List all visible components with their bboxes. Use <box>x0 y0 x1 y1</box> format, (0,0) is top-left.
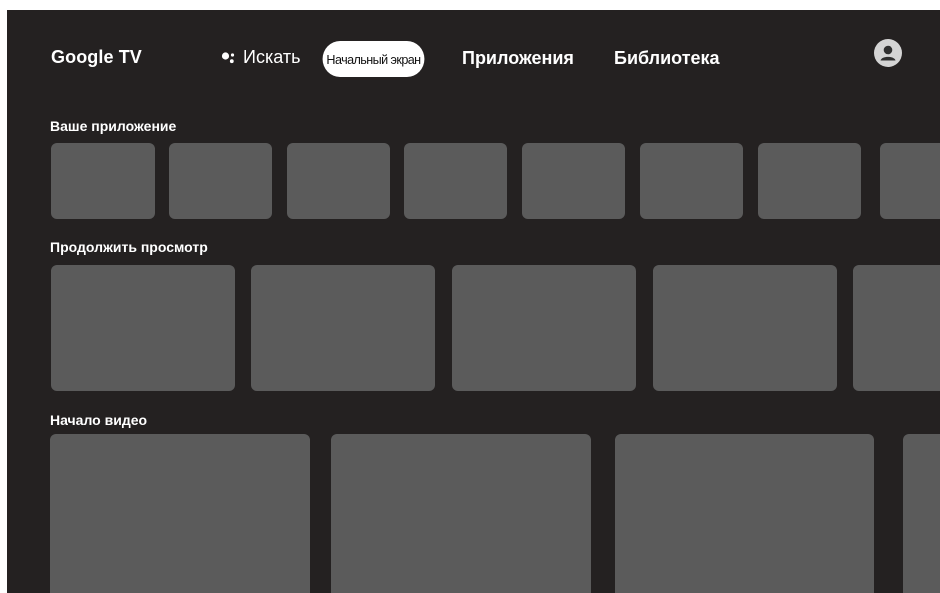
app-tile[interactable] <box>640 143 743 219</box>
continue-watching-card[interactable] <box>452 265 636 391</box>
video-card[interactable] <box>903 434 940 593</box>
library-tab[interactable]: Библиотека <box>614 48 720 69</box>
app-tile[interactable] <box>51 143 155 219</box>
section-title-start-video: Начало видео <box>50 412 148 428</box>
app-tile[interactable] <box>404 143 507 219</box>
section-title-your-apps: Ваше приложение <box>50 118 177 134</box>
search-tab[interactable]: Искать <box>221 47 300 68</box>
app-tile[interactable] <box>169 143 272 219</box>
section-title-continue-watching: Продолжить просмотр <box>50 239 208 255</box>
app-tile[interactable] <box>758 143 861 219</box>
continue-watching-card[interactable] <box>251 265 435 391</box>
continue-watching-card[interactable] <box>853 265 940 391</box>
google-tv-logo: Google TV <box>51 47 142 67</box>
search-tab-label: Искать <box>243 47 301 67</box>
continue-watching-card[interactable] <box>51 265 235 391</box>
apps-tab[interactable]: Приложения <box>462 48 574 69</box>
tv-home-screen: Google TV Искать Начальный экран Приложе… <box>7 10 940 593</box>
video-card[interactable] <box>50 434 310 593</box>
app-tile[interactable] <box>287 143 390 219</box>
app-tile[interactable] <box>880 143 940 219</box>
account-avatar-icon[interactable] <box>874 39 902 67</box>
app-tile[interactable] <box>522 143 625 219</box>
video-card[interactable] <box>615 434 874 593</box>
continue-watching-card[interactable] <box>653 265 837 391</box>
home-tab[interactable]: Начальный экран <box>322 41 425 77</box>
google-assistant-icon <box>221 51 235 63</box>
video-card[interactable] <box>331 434 591 593</box>
